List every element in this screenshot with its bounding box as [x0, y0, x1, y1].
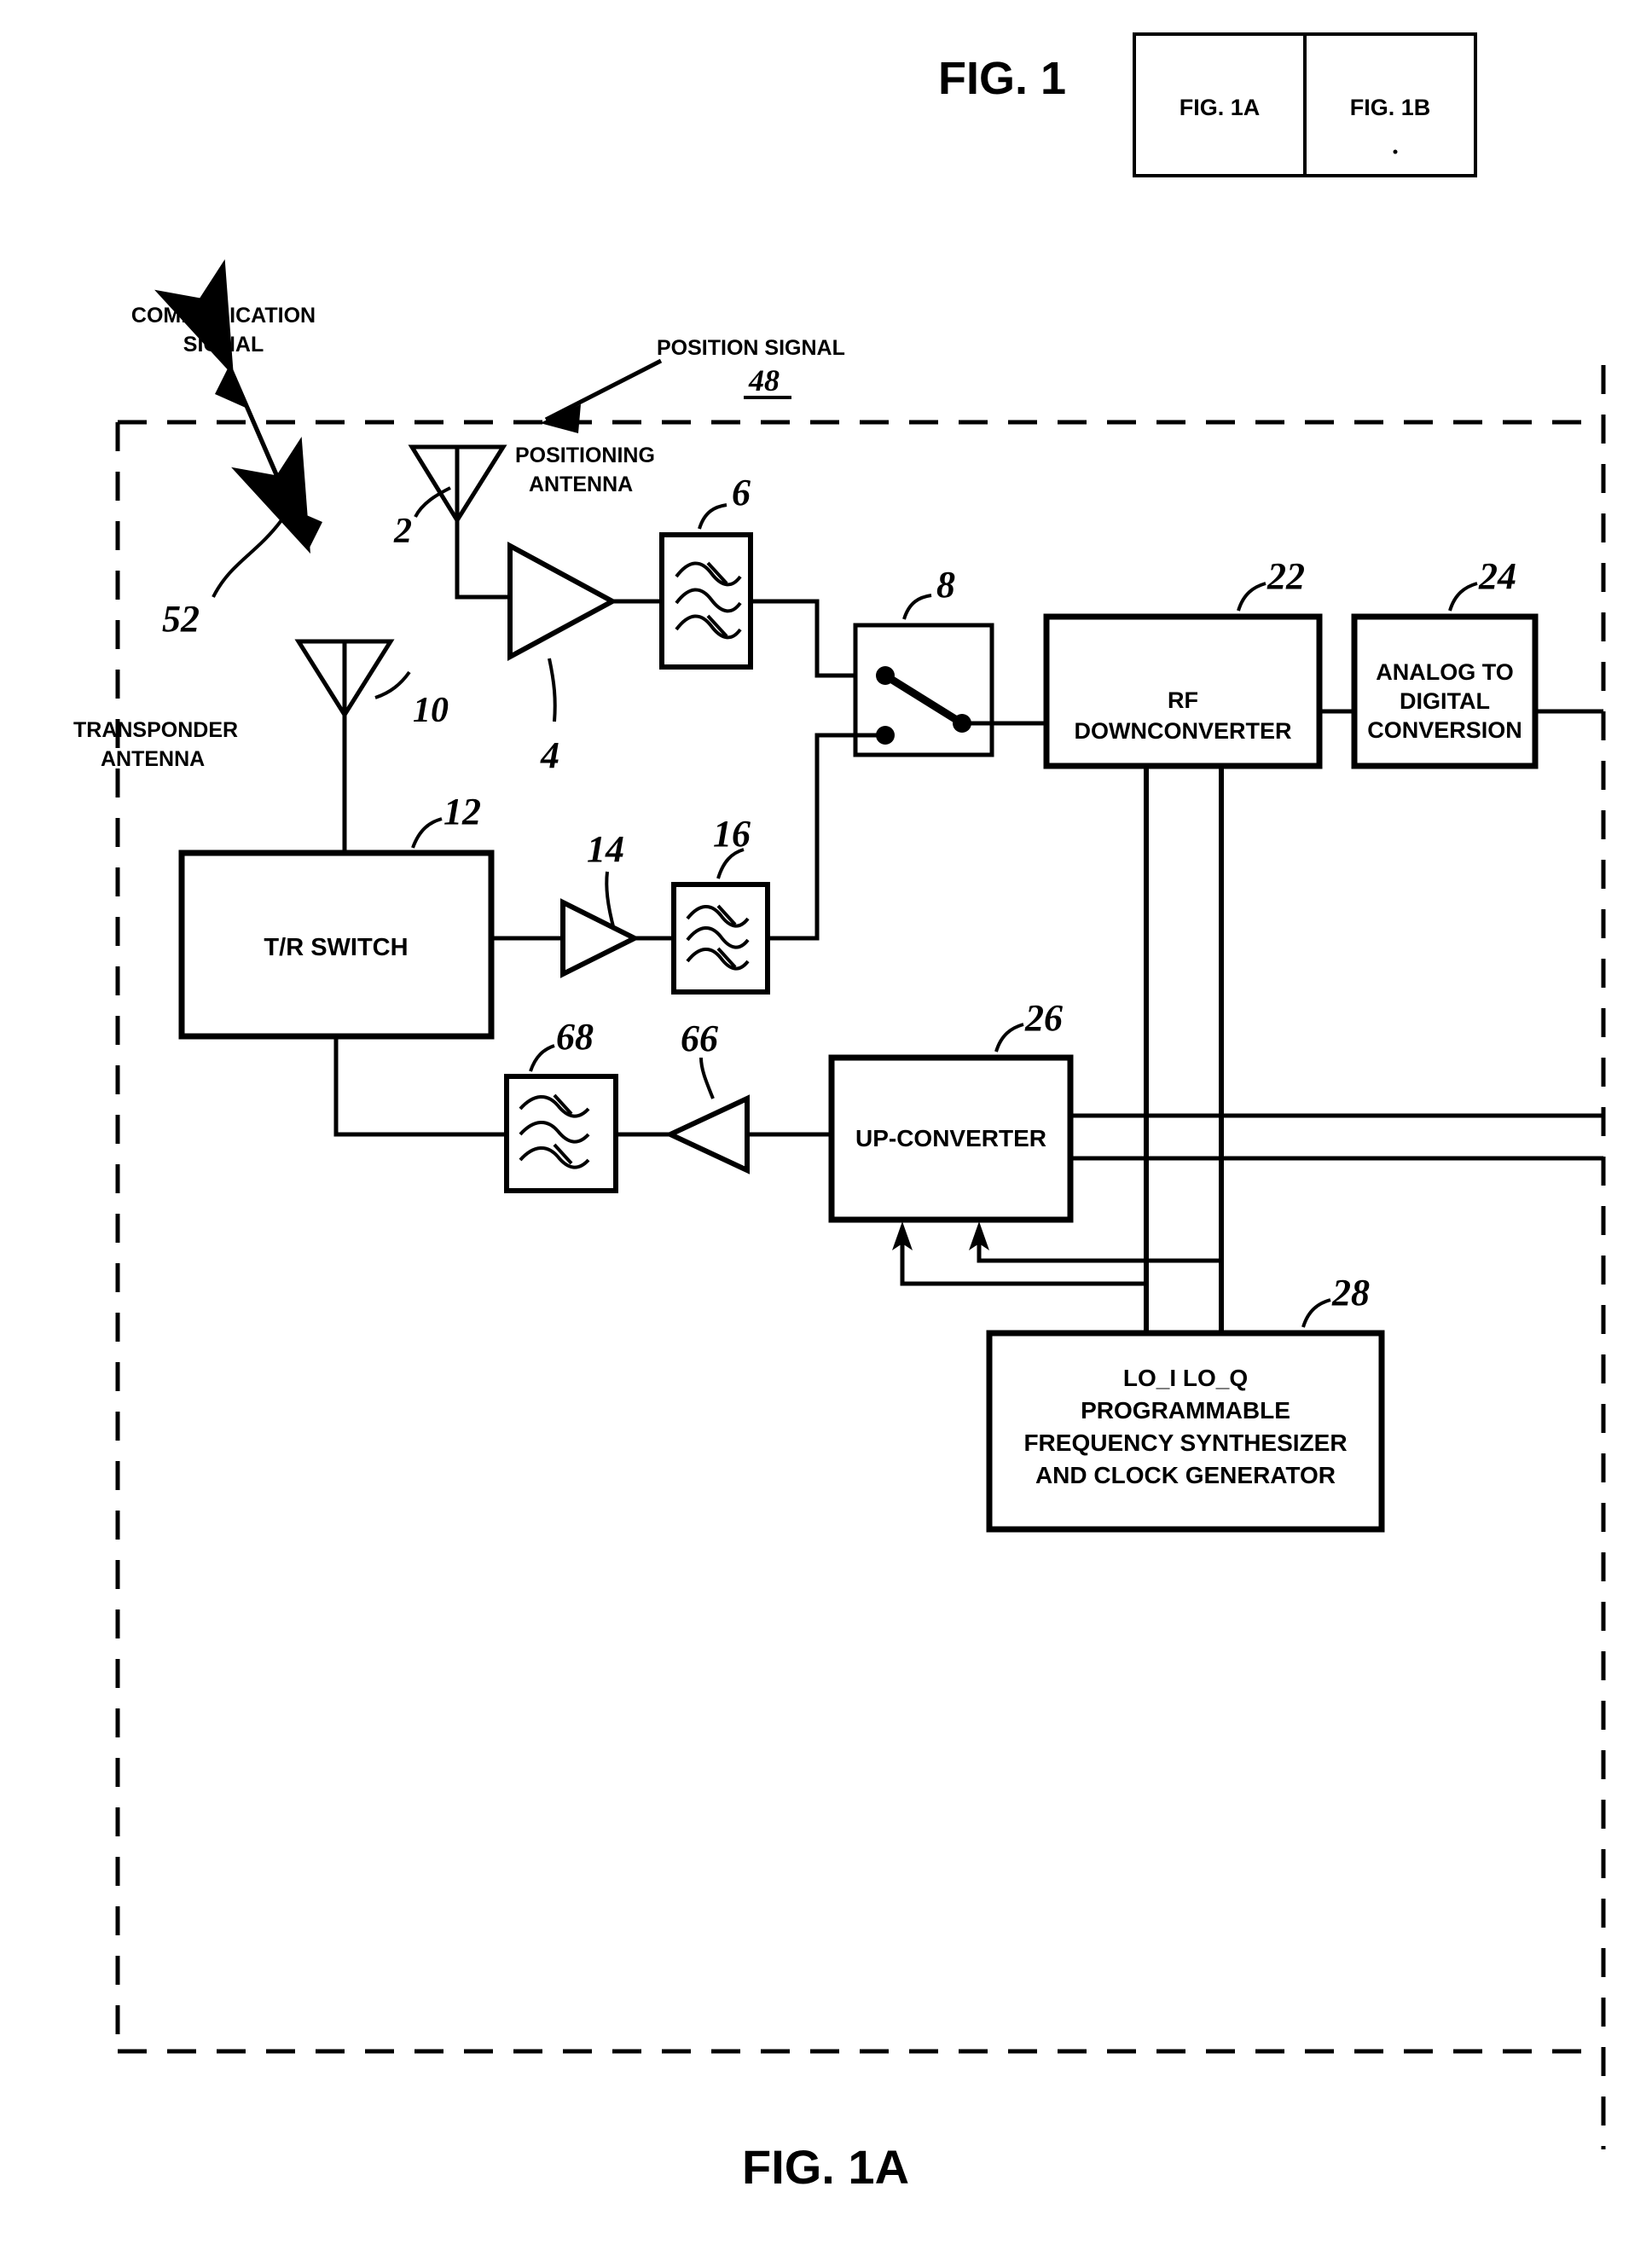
- filter-16: 16: [671, 813, 770, 995]
- position-signal-label: POSITION SIGNAL: [657, 336, 845, 360]
- communication-signal-label-line2: SIGNAL: [183, 333, 264, 357]
- ref-28: 28: [1331, 1272, 1370, 1314]
- ref-24: 24: [1478, 555, 1516, 597]
- rf-downconverter-22: RF DOWNCONVERTER 22: [1043, 555, 1323, 769]
- ref-8: 8: [936, 564, 955, 606]
- positioning-antenna-label-line2: ANTENNA: [529, 473, 633, 496]
- ref-2: 2: [393, 512, 412, 551]
- up-converter-label: UP-CONVERTER: [855, 1125, 1046, 1151]
- ref-26: 26: [1024, 997, 1063, 1039]
- filter-68: 68: [504, 1016, 618, 1193]
- ref-6: 6: [732, 472, 751, 513]
- ref-52: 52: [162, 598, 200, 640]
- communication-signal-label-line1: COMMUNICATION: [131, 304, 316, 328]
- ref-66: 66: [681, 1018, 718, 1059]
- adc-label-line2: DIGITAL: [1400, 688, 1490, 714]
- transponder-antenna-label-line1: TRANSPONDER: [73, 718, 238, 742]
- figure-key-table: FIG. 1A FIG. 1B: [1133, 32, 1477, 177]
- amplifier-66: 66: [616, 1018, 832, 1174]
- ref-10: 10: [413, 691, 449, 730]
- adc-label-line1: ANALOG TO: [1376, 659, 1514, 685]
- rf-switch-8: 8: [853, 564, 1046, 757]
- communication-signal-annotation: COMMUNICATION SIGNAL 52: [131, 258, 322, 640]
- ref-16: 16: [713, 813, 751, 855]
- ref-4: 4: [540, 734, 559, 776]
- ref-12: 12: [443, 791, 481, 832]
- lo-bus-lines: [1144, 766, 1224, 1333]
- synthesizer-label-line1: LO_I LO_Q: [1123, 1365, 1248, 1391]
- ref-68: 68: [556, 1016, 594, 1058]
- rf-downconverter-label-line1: RF: [1168, 687, 1198, 713]
- filter-6: 6: [659, 472, 753, 670]
- ref-14: 14: [587, 828, 624, 870]
- amplifier-14: 14: [491, 828, 674, 978]
- ref-22: 22: [1267, 555, 1305, 597]
- amplifier-4: 4: [507, 541, 662, 776]
- figure-1a-diagram: FIG. 1 FIG. 1A FIG. 1B COMMUNICATION SIG…: [73, 32, 1606, 2194]
- frequency-synthesizer-28: LO_I LO_Q PROGRAMMABLE FREQUENCY SYNTHES…: [986, 1272, 1385, 1533]
- tr-switch-12: T/R SWITCH 12: [178, 791, 495, 1040]
- up-converter-26: UP-CONVERTER 26: [828, 997, 1074, 1223]
- synthesizer-label-line3: FREQUENCY SYNTHESIZER: [1023, 1430, 1347, 1456]
- transponder-antenna-label-line2: ANTENNA: [101, 747, 205, 771]
- figure-main-title: FIG. 1: [938, 53, 1066, 104]
- position-signal-annotation: POSITION SIGNAL 48: [540, 336, 845, 433]
- ref-48: 48: [748, 363, 780, 397]
- rf-downconverter-label-line2: DOWNCONVERTER: [1075, 718, 1292, 744]
- adc-label-line3: CONVERSION: [1367, 717, 1522, 743]
- lo-feed-to-upconverter: [892, 1221, 1221, 1286]
- key-cell-fig1b: FIG. 1B: [1350, 95, 1431, 120]
- synthesizer-label-line2: PROGRAMMABLE: [1081, 1397, 1290, 1424]
- tr-switch-label: T/R SWITCH: [264, 934, 408, 961]
- key-cell-fig1a: FIG. 1A: [1180, 95, 1261, 120]
- synthesizer-label-line4: AND CLOCK GENERATOR: [1035, 1462, 1336, 1488]
- figure-bottom-title: FIG. 1A: [742, 2140, 909, 2194]
- positioning-antenna: POSITIONING ANTENNA 2: [393, 444, 655, 600]
- positioning-antenna-label-line1: POSITIONING: [515, 444, 655, 467]
- transponder-antenna: TRANSPONDER ANTENNA 10: [73, 639, 449, 853]
- system-boundary: [115, 365, 1606, 2149]
- patent-figure-page: FIG. 1 FIG. 1A FIG. 1B COMMUNICATION SIG…: [0, 0, 1652, 2256]
- analog-to-digital-conversion-24: ANALOG TO DIGITAL CONVERSION 24: [1351, 555, 1539, 769]
